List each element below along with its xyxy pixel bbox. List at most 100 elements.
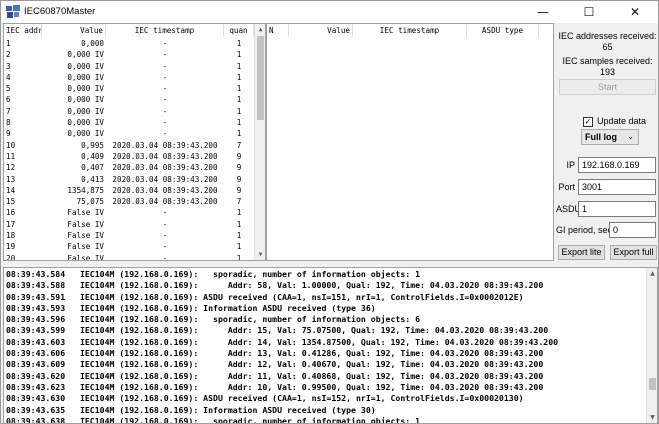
cell-iec-addr: 3: [6, 61, 11, 71]
table-row[interactable]: 11 0,409 2020.03.04 08:39:43.200 9: [4, 151, 254, 162]
col-header-iec-timestamp[interactable]: IEC timestamp: [106, 24, 224, 37]
table-row[interactable]: 2 0,000 IV - 1: [4, 49, 254, 60]
table-row[interactable]: 16 False IV - 1: [4, 207, 254, 218]
cell-value: 0,000 IV: [67, 118, 104, 128]
log-scrollbar[interactable]: ▲ ▼: [646, 268, 657, 423]
samples-grid[interactable]: N Value IEC timestamp ASDU type: [266, 23, 554, 261]
close-button[interactable]: ✕: [612, 1, 658, 23]
col-header-value[interactable]: Value: [42, 24, 106, 37]
scrollbar-thumb[interactable]: [257, 36, 264, 120]
table-row[interactable]: 12 0,407 2020.03.04 08:39:43.200 9: [4, 162, 254, 173]
asdu-field[interactable]: [578, 201, 656, 217]
log-line: 08:39:43.609 IEC104M (192.168.0.169): Ad…: [6, 359, 544, 370]
table-row[interactable]: 3 0,000 IV - 1: [4, 61, 254, 72]
cell-iec-timestamp: -: [162, 118, 168, 128]
cell-value: 0,000 IV: [67, 129, 104, 139]
cell-quan: 1: [236, 253, 242, 261]
log-lines: 08:39:43.584 IEC104M (192.168.0.169): sp…: [6, 269, 558, 423]
col-header-value[interactable]: Value: [289, 24, 353, 37]
up-arrow-icon[interactable]: ▲: [255, 24, 265, 35]
col-header-asdu-type[interactable]: ASDU type: [467, 24, 539, 37]
cell-iec-addr: 11: [6, 151, 16, 161]
cell-value: 0,413: [81, 174, 104, 184]
iec-address-grid[interactable]: IEC addr Value IEC timestamp quan 1 0,000…: [3, 23, 266, 261]
port-field[interactable]: [578, 179, 656, 195]
table-row[interactable]: 17 False IV - 1: [4, 219, 254, 230]
col-header-quan[interactable]: quan: [224, 24, 254, 37]
cell-iec-addr: 7: [6, 106, 11, 116]
cell-quan: 1: [236, 39, 242, 48]
title-bar[interactable]: IEC60870Master — ☐ ✕: [1, 1, 658, 23]
cell-value: False IV: [67, 208, 104, 218]
cell-iec-addr: 13: [6, 174, 16, 184]
export-lite-button[interactable]: Export lite: [558, 245, 605, 260]
table-row[interactable]: 13 0,413 2020.03.04 08:39:43.200 9: [4, 174, 254, 185]
table-row[interactable]: 7 0,000 IV - 1: [4, 106, 254, 117]
table-row[interactable]: 9 0,000 IV - 1: [4, 128, 254, 139]
ip-label: IP: [566, 160, 575, 170]
log-line: 08:39:43.599 IEC104M (192.168.0.169): Ad…: [6, 325, 549, 336]
log-line: 08:39:43.584 IEC104M (192.168.0.169): sp…: [6, 269, 421, 279]
table-row[interactable]: 8 0,000 IV - 1: [4, 117, 254, 128]
table-row[interactable]: 5 0,000 IV - 1: [4, 83, 254, 94]
cell-iec-addr: 9: [6, 129, 11, 139]
cell-iec-timestamp: -: [162, 231, 168, 241]
cell-quan: 1: [236, 129, 242, 139]
log-line: 08:39:43.630 IEC104M (192.168.0.169): AS…: [6, 393, 524, 404]
log-line: 08:39:43.635 IEC104M (192.168.0.169): In…: [6, 404, 376, 415]
cell-iec-addr: 17: [6, 219, 16, 229]
col-header-iec-addr[interactable]: IEC addr: [4, 24, 42, 37]
table-row[interactable]: 18 False IV - 1: [4, 230, 254, 241]
table-row[interactable]: 1 0,000 - 1: [4, 38, 254, 49]
ip-field[interactable]: [578, 157, 656, 173]
log-output[interactable]: 08:39:43.584 IEC104M (192.168.0.169): sp…: [3, 267, 658, 424]
gi-period-field[interactable]: [609, 222, 656, 238]
grid-scrollbar[interactable]: ▲ ▼: [254, 24, 265, 260]
cell-iec-addr: 14: [6, 185, 16, 195]
cell-quan: 1: [236, 219, 242, 229]
cell-iec-addr: 6: [6, 95, 11, 105]
cell-iec-timestamp: -: [162, 50, 168, 60]
cell-iec-addr: 2: [6, 50, 11, 60]
chevron-down-icon: ⌄: [627, 132, 634, 141]
cell-value: False IV: [67, 231, 104, 241]
table-row[interactable]: 4 0,000 IV - 1: [4, 72, 254, 83]
col-header-iec-timestamp[interactable]: IEC timestamp: [353, 24, 467, 37]
cell-quan: 9: [236, 163, 242, 173]
scrollbar-thumb[interactable]: [649, 378, 656, 390]
cell-value: 0,995: [81, 140, 104, 150]
cell-iec-timestamp: -: [162, 208, 168, 218]
cell-iec-timestamp: 2020.03.04 08:39:43.200: [112, 151, 218, 161]
cell-iec-timestamp: -: [162, 106, 168, 116]
cell-iec-timestamp: 2020.03.04 08:39:43.200: [112, 174, 218, 184]
cell-quan: 1: [236, 72, 242, 82]
grid-rows: 1 0,000-1 2 0,000 IV -1 3 0,000 IV -1 4 0,000 IV -…: [4, 38, 254, 261]
maximize-button[interactable]: ☐: [566, 1, 612, 23]
cell-iec-addr: 18: [6, 231, 16, 241]
cell-value: 0,000 IV: [67, 50, 104, 60]
start-button[interactable]: Start: [559, 79, 656, 95]
table-row[interactable]: 14 1354,875 2020.03.04 08:39:43.200 9: [4, 185, 254, 196]
table-row[interactable]: 15 75,075 2020.03.04 08:39:43.200 7: [4, 196, 254, 207]
port-label: Port: [558, 182, 575, 192]
cell-value: 0,000 IV: [67, 84, 104, 94]
cell-iec-addr: 16: [6, 208, 16, 218]
cell-value: 0,000 IV: [67, 61, 104, 71]
table-row[interactable]: 6 0,000 IV - 1: [4, 94, 254, 105]
down-arrow-icon[interactable]: ▼: [647, 412, 657, 423]
cell-iec-timestamp: -: [162, 61, 168, 71]
table-row[interactable]: 19 False IV - 1: [4, 241, 254, 252]
update-data-checkbox[interactable]: ✓: [583, 117, 593, 127]
table-row[interactable]: 20 False IV - 1: [4, 253, 254, 261]
up-arrow-icon[interactable]: ▲: [647, 268, 657, 279]
minimize-button[interactable]: —: [520, 1, 566, 23]
cell-iec-timestamp: -: [162, 84, 168, 94]
cell-quan: 1: [236, 118, 242, 128]
col-header-n[interactable]: N: [267, 24, 289, 37]
cell-iec-addr: 1: [6, 39, 11, 48]
table-row[interactable]: 10 0,995 2020.03.04 08:39:43.200 7: [4, 140, 254, 151]
down-arrow-icon[interactable]: ▼: [255, 249, 265, 260]
log-mode-select[interactable]: Full log ⌄: [581, 129, 639, 145]
export-full-button[interactable]: Export full: [610, 245, 657, 260]
cell-value: False IV: [67, 253, 104, 261]
